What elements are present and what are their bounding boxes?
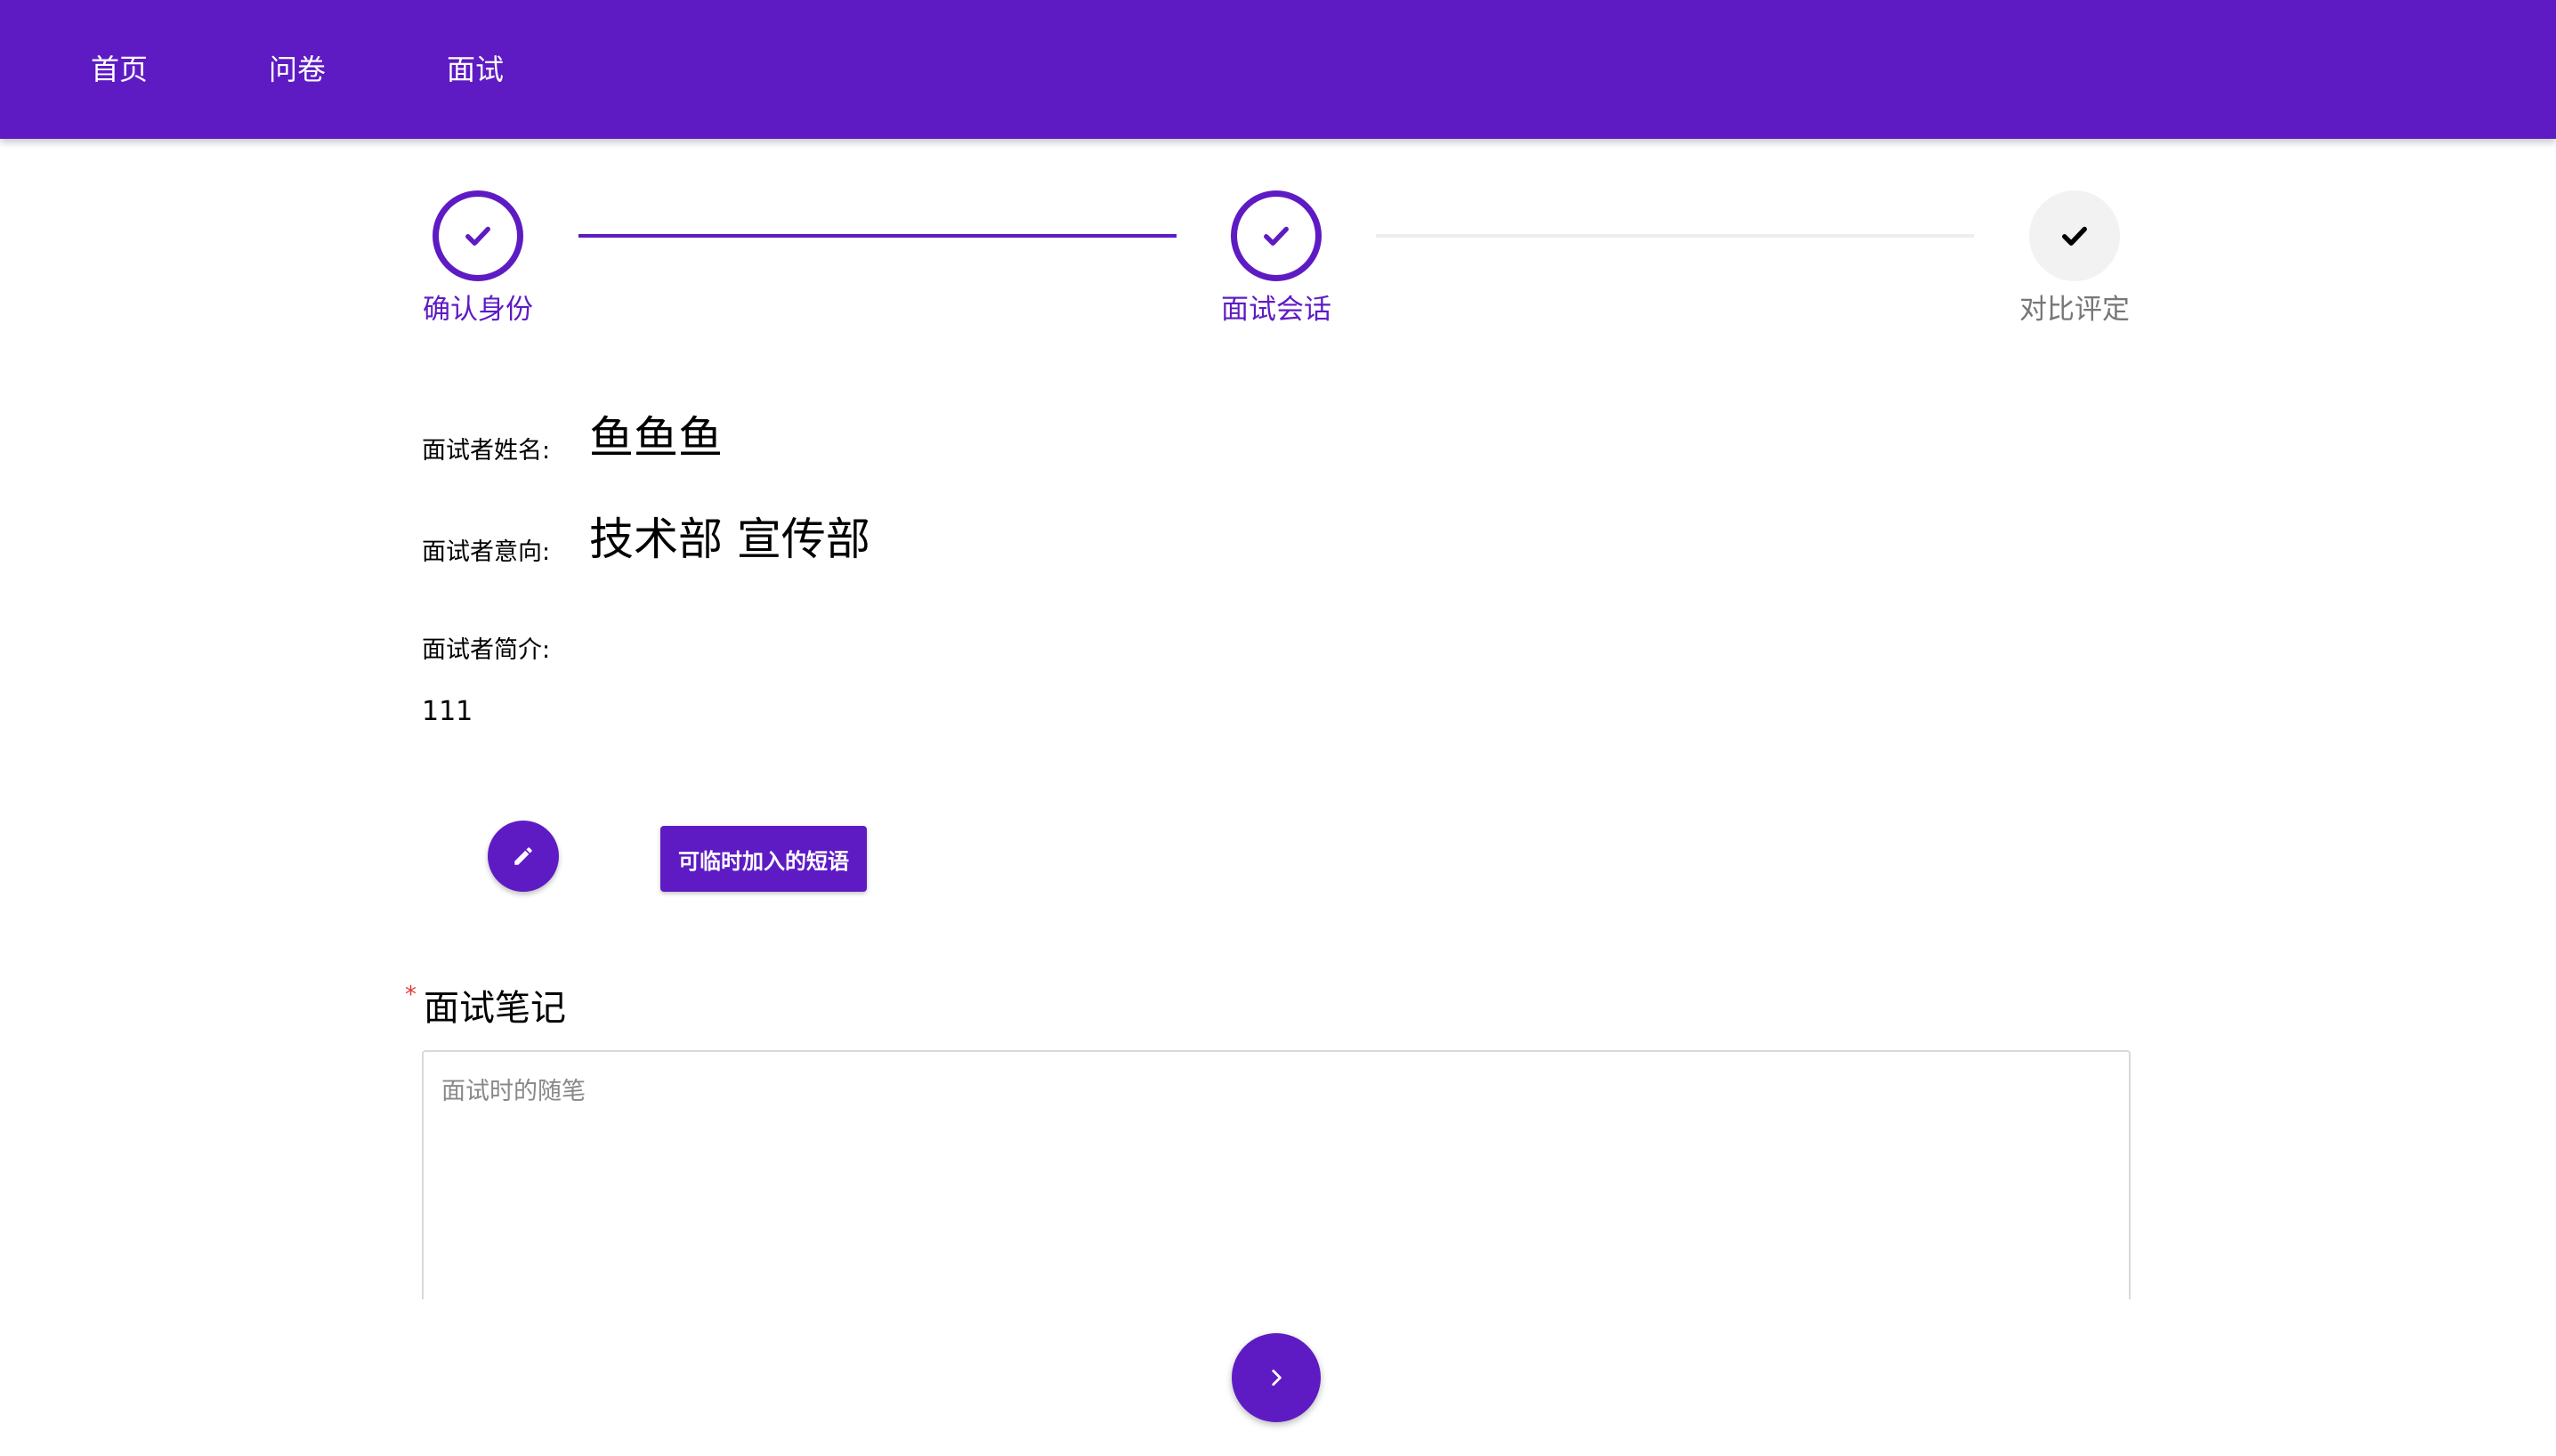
candidate-intent-label: 面试者意向: [422, 538, 551, 566]
step-1-circle[interactable] [433, 190, 523, 281]
pencil-icon [514, 847, 532, 865]
nav-survey-link[interactable]: 问卷 [269, 44, 326, 94]
step-2-circle[interactable] [1231, 190, 1322, 281]
notes-textarea[interactable] [424, 1052, 2129, 1299]
next-step-button[interactable] [1232, 1333, 1321, 1422]
top-app-bar: 首页 问卷 面试 [0, 0, 2556, 139]
step-2-label: 面试会话 [1221, 294, 1331, 326]
check-icon [465, 226, 490, 246]
required-mark: * [405, 982, 417, 1008]
nav-home-link[interactable]: 首页 [91, 44, 148, 94]
check-icon [2062, 226, 2087, 246]
edit-button[interactable] [488, 821, 559, 892]
notes-field-container [422, 1050, 2131, 1299]
step-connector-1 [578, 234, 1177, 238]
chevron-right-icon [1272, 1370, 1282, 1386]
step-3-label: 对比评定 [2019, 294, 2130, 326]
candidate-name-value: 鱼鱼鱼 [589, 412, 723, 464]
candidate-intro-label: 面试者简介: [422, 636, 551, 664]
notes-label: 面试笔记 [424, 988, 566, 1029]
candidate-intro-value: 111 [422, 696, 473, 727]
candidate-name-label: 面试者姓名: [422, 437, 551, 465]
candidate-intent-value: 技术部 宣传部 [589, 514, 870, 565]
step-1-label: 确认身份 [423, 294, 533, 326]
step-3-circle[interactable] [2029, 190, 2120, 281]
check-icon [1264, 226, 1289, 246]
step-connector-2 [1376, 234, 1974, 238]
temporary-phrases-button[interactable]: 可临时加入的短语 [660, 826, 867, 892]
nav-interview-link[interactable]: 面试 [447, 44, 504, 94]
